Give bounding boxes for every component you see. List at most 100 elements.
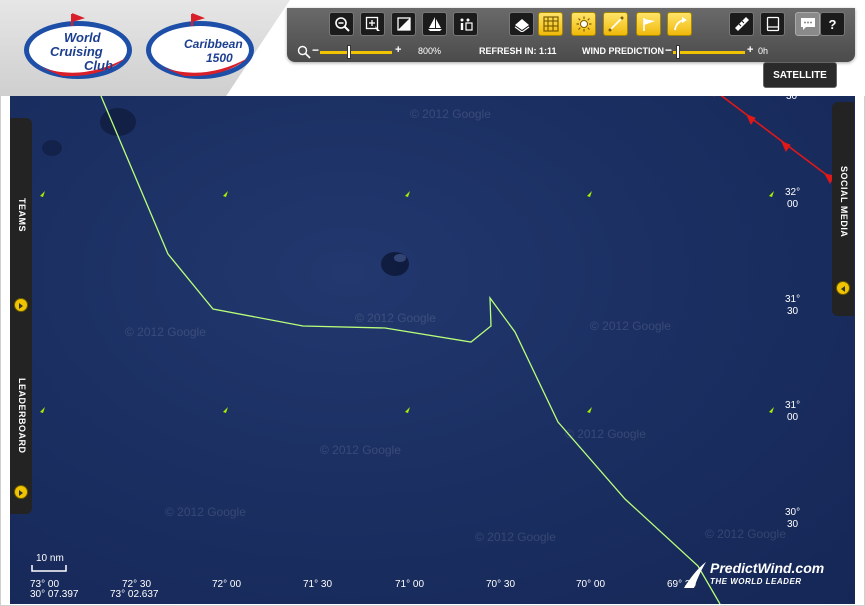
- zoom-box-button[interactable]: [360, 12, 385, 36]
- lat-label: 00: [787, 199, 799, 210]
- seamount-feature: [100, 108, 136, 136]
- contrast-button[interactable]: [391, 12, 416, 36]
- google-watermarks: © 2012 Google © 2012 Google © 2012 Googl…: [125, 107, 786, 544]
- right-side-panel: SOCIAL MEDIA: [832, 102, 854, 316]
- scale-bar: 10 nm: [31, 553, 67, 572]
- teams-tab[interactable]: TEAMS: [17, 198, 27, 232]
- sailboat-icon: [427, 17, 442, 31]
- watermark-text: © 2012 Google: [590, 319, 671, 333]
- info-button[interactable]: [453, 12, 478, 36]
- leaderboard-expand-button[interactable]: [14, 485, 28, 499]
- zoom-slider-track[interactable]: [320, 51, 392, 54]
- wcc-line1: World: [64, 30, 102, 45]
- leaderboard-tab[interactable]: LEADERBOARD: [17, 378, 27, 454]
- boats-button[interactable]: [422, 12, 447, 36]
- wind-layer-button[interactable]: [636, 12, 661, 36]
- lat-label: 32°: [785, 187, 800, 198]
- social-expand-button[interactable]: [836, 281, 850, 295]
- measure-layer-button[interactable]: [603, 12, 628, 36]
- lat-label: 30: [787, 306, 799, 317]
- wind-hours: 0h: [758, 46, 769, 56]
- wind-barb-icon: [405, 191, 410, 197]
- seamount-feature: [394, 254, 406, 262]
- lat-label: 31°: [785, 294, 800, 305]
- caribbean-1500-logo[interactable]: Caribbean 1500: [144, 12, 256, 82]
- chevron-left-icon: [841, 286, 845, 292]
- chevron-right-icon: [19, 303, 23, 309]
- chat-button[interactable]: [795, 12, 820, 36]
- c1500-logo-graphic: Caribbean 1500: [146, 13, 254, 79]
- zoom-out-button[interactable]: [329, 12, 354, 36]
- wind-direction-arrow: [713, 96, 837, 185]
- watermark-text: © 2012 Google: [705, 527, 786, 541]
- wind-minus-button[interactable]: −: [665, 43, 672, 57]
- ocean-layer-button[interactable]: [509, 12, 534, 36]
- cursor-longitude: 73° 02.637: [110, 589, 159, 600]
- predictwind-logo[interactable]: PredictWind.com THE WORLD LEADER: [680, 558, 850, 592]
- help-button[interactable]: ?: [820, 12, 845, 36]
- boat-track[interactable]: [100, 96, 721, 604]
- lat-label: 31°: [785, 400, 800, 411]
- zoom-level: 800%: [418, 46, 442, 56]
- watermark-text: © 2012 Google: [475, 530, 556, 544]
- brand-name: PredictWind.com: [710, 560, 825, 576]
- daylight-layer-button[interactable]: [571, 12, 596, 36]
- wind-barbs: [40, 191, 774, 413]
- wind-slider-knob[interactable]: [676, 45, 680, 59]
- lon-label: 70° 00: [576, 579, 605, 590]
- wind-barb-icon: [405, 407, 410, 413]
- map-view[interactable]: © 2012 Google © 2012 Google © 2012 Googl…: [10, 96, 855, 604]
- wind-barb-icon: [587, 191, 592, 197]
- sun-icon: [576, 16, 591, 32]
- grid-layer-button[interactable]: [538, 12, 563, 36]
- lon-label: 71° 00: [395, 579, 424, 590]
- watermark-text: © 2012 Google: [165, 505, 246, 519]
- wind-plus-button[interactable]: +: [747, 44, 753, 56]
- watermark-text: © 2012 Google: [410, 107, 491, 121]
- search-icon: [297, 45, 311, 59]
- current-layer-button[interactable]: [667, 12, 692, 36]
- zoom-plus-button[interactable]: +: [395, 44, 401, 56]
- tablet-icon: [766, 16, 779, 32]
- ruler-button[interactable]: [729, 12, 754, 36]
- satellite-button[interactable]: SATELLITE: [763, 62, 837, 88]
- lon-label: 71° 30: [303, 579, 332, 590]
- wind-barb-icon: [769, 407, 774, 413]
- contrast-icon: [396, 17, 411, 31]
- watermark-text: © 2012 Google: [355, 311, 436, 325]
- wind-barb-icon: [40, 407, 45, 413]
- lat-label: 00: [787, 412, 799, 423]
- map-overlay: © 2012 Google © 2012 Google © 2012 Googl…: [30, 96, 837, 604]
- world-cruising-club-logo[interactable]: World Cruising Club: [22, 12, 134, 82]
- wind-barb-icon: [223, 191, 228, 197]
- latitude-labels: 30 32° 00 31° 30 31° 00 30° 30: [785, 96, 800, 530]
- magnifier-minus-icon: [334, 17, 350, 32]
- lon-label: 70° 30: [486, 579, 515, 590]
- seamount-feature: [42, 140, 62, 156]
- wind-barb-icon: [587, 407, 592, 413]
- watermark-text: © 2012 Google: [565, 427, 646, 441]
- map-toolbar: ? − + 800% REFRESH IN: 1:11 WIND PREDICT…: [287, 8, 855, 62]
- lat-label: 30°: [785, 507, 800, 518]
- lon-label: 72° 00: [212, 579, 241, 590]
- zoom-slider-knob[interactable]: [347, 45, 351, 59]
- zoom-minus-button[interactable]: −: [312, 43, 319, 57]
- lat-label: 30: [786, 96, 798, 102]
- wind-flag-icon: [642, 18, 655, 31]
- grid-icon: [542, 16, 559, 32]
- cursor-latitude: 30° 07.397: [30, 589, 79, 600]
- speech-bubble-icon: [800, 18, 815, 30]
- watermark-text: © 2012 Google: [125, 325, 206, 339]
- c1500-line2: 1500: [206, 51, 233, 65]
- refresh-countdown: REFRESH IN: 1:11: [479, 46, 557, 56]
- wind-slider-track[interactable]: [673, 51, 745, 54]
- lat-label: 30: [787, 519, 799, 530]
- ruler-icon: [734, 17, 749, 31]
- chevron-right-icon: [19, 490, 23, 496]
- wind-prediction-label: WIND PREDICTION: [582, 46, 664, 56]
- predictwind-sail-icon: [684, 562, 706, 588]
- social-media-tab[interactable]: SOCIAL MEDIA: [839, 166, 849, 237]
- wcc-line2: Cruising: [50, 44, 103, 59]
- teams-expand-button[interactable]: [14, 298, 28, 312]
- panel-button[interactable]: [760, 12, 785, 36]
